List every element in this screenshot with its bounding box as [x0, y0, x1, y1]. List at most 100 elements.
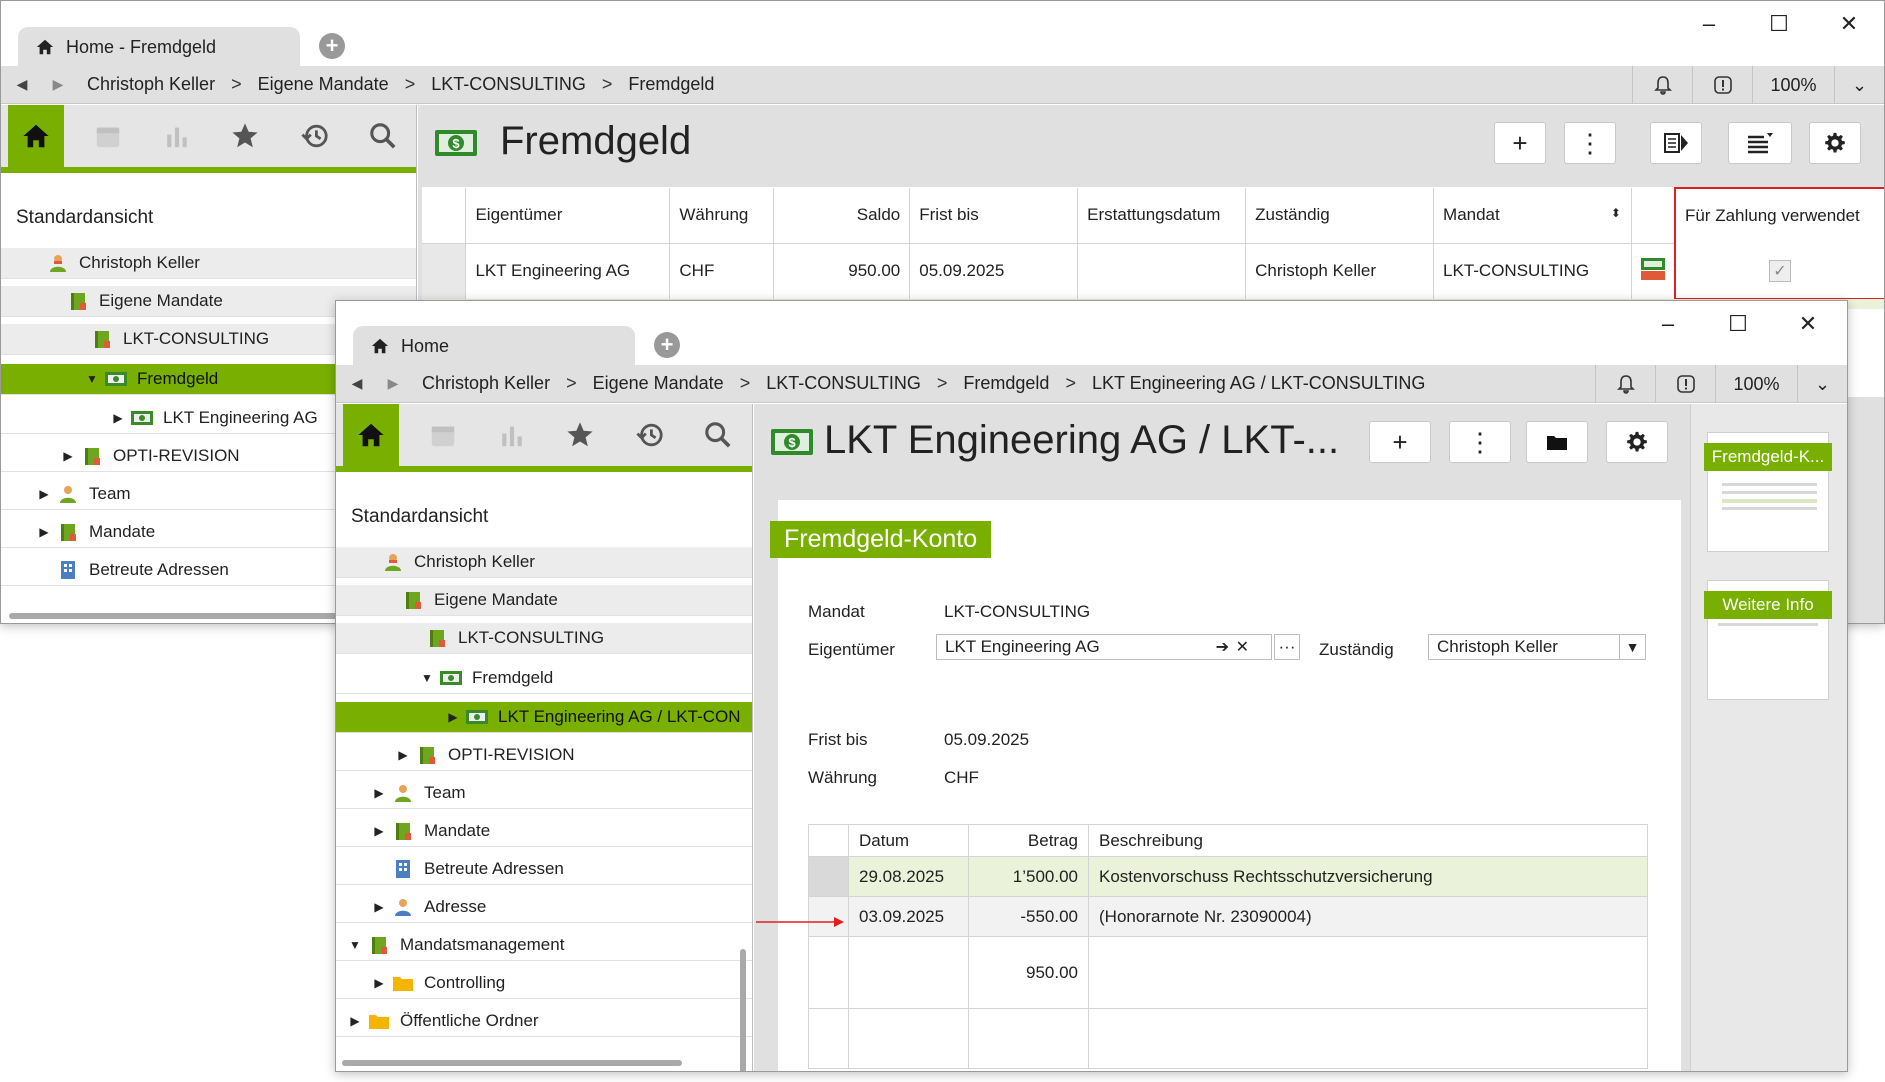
- column-header[interactable]: [1631, 188, 1676, 244]
- caret-down-icon[interactable]: ▼: [85, 372, 99, 386]
- breadcrumb-item[interactable]: LKT Engineering AG / LKT-CONSULTING: [1092, 373, 1425, 394]
- vertical-scrollbar[interactable]: [740, 949, 746, 1071]
- caret-right-icon[interactable]: ▶: [372, 824, 386, 838]
- minimize-icon[interactable]: –: [1674, 9, 1744, 39]
- frist-value[interactable]: 05.09.2025: [944, 730, 1029, 750]
- calendar-icon[interactable]: [80, 105, 136, 167]
- more-icon[interactable]: ···: [1274, 634, 1300, 660]
- bell-icon[interactable]: [1595, 365, 1655, 403]
- column-header[interactable]: Frist bis: [909, 188, 1079, 244]
- arrow-right-icon[interactable]: ➔: [1216, 637, 1229, 657]
- chevron-down-icon[interactable]: ▼: [1619, 635, 1645, 659]
- caret-right-icon[interactable]: ▶: [37, 487, 51, 501]
- search-icon[interactable]: [690, 404, 746, 466]
- breadcrumb-item[interactable]: Eigene Mandate: [258, 74, 389, 95]
- new-tab-button[interactable]: +: [319, 33, 345, 59]
- tree-item-adresse[interactable]: ▶ Adresse: [336, 892, 752, 923]
- caret-right-icon[interactable]: ▶: [111, 411, 125, 425]
- column-header[interactable]: Saldo: [773, 188, 911, 244]
- view-toggle-icon[interactable]: [1650, 122, 1702, 164]
- gear-icon[interactable]: [1809, 122, 1861, 164]
- column-header[interactable]: Betrag: [968, 824, 1089, 857]
- tab-home-fremdgeld[interactable]: Home - Fremdgeld: [18, 27, 300, 67]
- chart-icon[interactable]: [484, 404, 540, 466]
- minimize-icon[interactable]: –: [1633, 309, 1703, 339]
- column-header[interactable]: Erstattungsdatum: [1077, 188, 1247, 244]
- breadcrumb-item[interactable]: Fremdgeld: [628, 74, 714, 95]
- star-icon[interactable]: [552, 404, 608, 466]
- caret-right-icon[interactable]: ▶: [446, 710, 460, 724]
- zustaendig-select[interactable]: Christoph Keller ▼: [1428, 634, 1646, 660]
- gear-icon[interactable]: [1606, 421, 1668, 463]
- breadcrumb-item[interactable]: Fremdgeld: [963, 373, 1049, 394]
- breadcrumb-item[interactable]: LKT-CONSULTING: [766, 373, 921, 394]
- chart-icon[interactable]: [149, 105, 205, 167]
- caret-right-icon[interactable]: ▶: [372, 900, 386, 914]
- star-icon[interactable]: [217, 105, 273, 167]
- horizontal-scrollbar[interactable]: [9, 613, 339, 619]
- tree-item-fremdgeld[interactable]: ▼ Fremdgeld: [336, 663, 752, 694]
- tree-item-betreute-adressen[interactable]: Betreute Adressen: [336, 854, 752, 885]
- thumbnail-fremdgeld-konto[interactable]: Fremdgeld-K...: [1704, 432, 1832, 552]
- new-tab-button[interactable]: +: [654, 332, 680, 358]
- breadcrumb-item[interactable]: Eigene Mandate: [593, 373, 724, 394]
- home-icon[interactable]: [8, 105, 64, 167]
- forward-nav-icon[interactable]: ▶: [47, 76, 69, 93]
- home-icon[interactable]: [343, 404, 399, 466]
- info-icon[interactable]: [1655, 365, 1715, 403]
- bell-icon[interactable]: [1632, 66, 1692, 104]
- caret-right-icon[interactable]: ▶: [348, 1014, 362, 1028]
- column-header[interactable]: Datum: [848, 824, 969, 857]
- history-icon[interactable]: [287, 105, 343, 167]
- checkbox-cell[interactable]: ✓: [1673, 243, 1884, 300]
- column-header[interactable]: Eigentümer: [465, 188, 671, 244]
- tree-item-oeffentliche-ordner[interactable]: ▶ Öffentliche Ordner: [336, 1006, 752, 1037]
- forward-nav-icon[interactable]: ▶: [382, 375, 404, 392]
- tree-item-lkt-engineering-lkt-consulting[interactable]: ▶ LKT Engineering AG / LKT-CON: [336, 702, 752, 733]
- caret-right-icon[interactable]: ▶: [372, 976, 386, 990]
- breadcrumb-item[interactable]: Christoph Keller: [422, 373, 550, 394]
- tree-item-controlling[interactable]: ▶ Controlling: [336, 968, 752, 999]
- tab-home[interactable]: Home: [353, 326, 635, 366]
- list-filter-icon[interactable]: [1728, 122, 1792, 164]
- more-options-icon[interactable]: ⋮: [1449, 421, 1511, 463]
- table-row[interactable]: 29.08.2025 1’500.00 Kostenvorschuss Rech…: [808, 856, 1648, 897]
- add-button[interactable]: +: [1494, 122, 1546, 164]
- horizontal-scrollbar[interactable]: [342, 1060, 682, 1066]
- breadcrumb-item[interactable]: LKT-CONSULTING: [431, 74, 586, 95]
- column-header[interactable]: Zuständig: [1245, 188, 1435, 244]
- maximize-icon[interactable]: ☐: [1703, 309, 1773, 339]
- check-icon[interactable]: ✓: [1768, 259, 1791, 282]
- clear-icon[interactable]: ✕: [1236, 637, 1249, 657]
- caret-right-icon[interactable]: ▶: [61, 449, 75, 463]
- table-row[interactable]: 03.09.2025 -550.00 (Honorarnote Nr. 2309…: [808, 896, 1648, 937]
- column-header-mandat[interactable]: Mandat ⬍: [1433, 188, 1632, 244]
- sort-icon[interactable]: ⬍: [1611, 206, 1621, 220]
- eigentuemer-field[interactable]: LKT Engineering AG ➔ ✕: [936, 634, 1272, 660]
- caret-down-icon[interactable]: ▼: [420, 671, 434, 685]
- tree-item-opti-revision[interactable]: ▶ OPTI-REVISION: [336, 740, 752, 771]
- caret-down-icon[interactable]: ▼: [348, 938, 362, 952]
- back-nav-icon[interactable]: ◀: [11, 76, 33, 93]
- caret-right-icon[interactable]: ▶: [37, 525, 51, 539]
- caret-right-icon[interactable]: ▶: [396, 748, 410, 762]
- chevron-down-icon[interactable]: ⌄: [1834, 66, 1884, 104]
- table-row[interactable]: LKT Engineering AG CHF 950.00 05.09.2025…: [422, 243, 1884, 300]
- chevron-down-icon[interactable]: ⌄: [1797, 365, 1847, 403]
- info-icon[interactable]: [1692, 66, 1752, 104]
- tree-item-mandatsmanagement[interactable]: ▼ Mandatsmanagement: [336, 930, 752, 961]
- calendar-icon[interactable]: [415, 404, 471, 466]
- zoom-level[interactable]: 100%: [1715, 365, 1797, 403]
- close-icon[interactable]: ✕: [1773, 309, 1843, 339]
- history-icon[interactable]: [622, 404, 678, 466]
- tree-item-christoph-keller[interactable]: Christoph Keller: [1, 248, 416, 279]
- tree-item-mandate[interactable]: ▶ Mandate: [336, 816, 752, 847]
- zoom-level[interactable]: 100%: [1752, 66, 1834, 104]
- waehrung-value[interactable]: CHF: [944, 768, 979, 788]
- caret-right-icon[interactable]: ▶: [372, 786, 386, 800]
- tree-item-eigene-mandate[interactable]: Eigene Mandate: [336, 585, 752, 616]
- breadcrumb-item[interactable]: Christoph Keller: [87, 74, 215, 95]
- tree-item-team[interactable]: ▶ Team: [336, 778, 752, 809]
- tree-item-lkt-consulting[interactable]: LKT-CONSULTING: [336, 623, 752, 654]
- more-options-icon[interactable]: ⋮: [1564, 122, 1616, 164]
